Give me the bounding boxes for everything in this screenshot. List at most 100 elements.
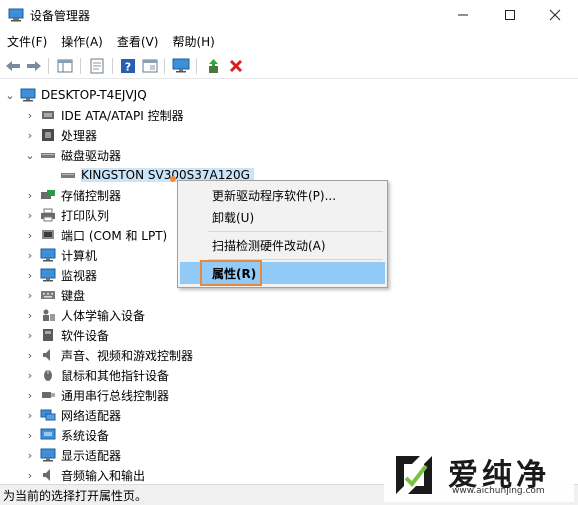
scan-hardware-button[interactable]: [172, 57, 190, 75]
minimize-icon: [458, 14, 468, 16]
update-driver-icon: [209, 59, 218, 73]
tree-item-processor[interactable]: › 处理器: [24, 125, 97, 145]
disk-drive-icon: [41, 153, 55, 158]
tree-item-label: 打印队列: [61, 208, 110, 223]
chevron-right-icon[interactable]: ›: [24, 305, 36, 325]
menu-action[interactable]: 操作(A): [54, 31, 110, 51]
menu-scan-hardware[interactable]: 扫描检测硬件改动(A): [180, 234, 385, 256]
tree-item-label: 显示适配器: [61, 448, 122, 463]
maximize-button[interactable]: [487, 0, 533, 30]
toolbar-separator: [112, 58, 113, 74]
tree-item-hid[interactable]: › 人体学输入设备: [24, 305, 145, 325]
tree-root[interactable]: ⌄ DESKTOP-T4EJVJQ: [4, 85, 147, 105]
menu-uninstall[interactable]: 卸载(U): [180, 206, 385, 228]
toolbar-separator: [164, 58, 165, 74]
tree-item-label: 存储控制器: [61, 188, 122, 203]
device-manager-icon: [8, 8, 24, 22]
chevron-right-icon[interactable]: ›: [24, 385, 36, 405]
status-text: 为当前的选择打开属性页。: [3, 488, 148, 503]
chevron-right-icon[interactable]: ›: [24, 425, 36, 445]
tree-item-sound[interactable]: › 声音、视频和游戏控制器: [24, 345, 193, 365]
tree-item-label: IDE ATA/ATAPI 控制器: [61, 108, 184, 123]
chevron-right-icon[interactable]: ›: [24, 225, 36, 245]
watermark-logo-icon: [396, 456, 432, 494]
show-hide-console-tree-button[interactable]: [56, 57, 74, 75]
computer-icon: [40, 248, 56, 262]
menu-update-driver[interactable]: 更新驱动程序软件(P)...: [180, 184, 385, 206]
monitor-icon: [40, 268, 56, 282]
menu-separator: [208, 231, 383, 232]
chevron-right-icon[interactable]: ›: [24, 445, 36, 465]
forward-arrow-icon: [27, 61, 41, 71]
monitor-scan-icon: [172, 58, 190, 73]
tree-root-label: DESKTOP-T4EJVJQ: [41, 88, 147, 102]
chevron-down-icon[interactable]: ⌄: [24, 145, 36, 165]
cursor-dot-icon: [170, 176, 176, 182]
chevron-right-icon[interactable]: ›: [24, 205, 36, 225]
tree-item-storage[interactable]: › 存储控制器: [24, 185, 121, 205]
delete-x-icon: [229, 59, 243, 73]
toolbar-separator: [48, 58, 49, 74]
chevron-right-icon[interactable]: ›: [24, 345, 36, 365]
tree-item-monitors[interactable]: › 监视器: [24, 265, 97, 285]
menu-file[interactable]: 文件(F): [0, 31, 54, 51]
menu-help[interactable]: 帮助(H): [165, 31, 221, 51]
computer-icon: [20, 88, 36, 102]
update-driver-button[interactable]: [204, 57, 222, 75]
window-title: 设备管理器: [30, 9, 91, 23]
tree-item-disk-drives[interactable]: ⌄ 磁盘驱动器: [24, 145, 121, 165]
tree-item-display[interactable]: › 显示适配器: [24, 445, 121, 465]
tree-item-system[interactable]: › 系统设备: [24, 425, 109, 445]
tree-item-computer[interactable]: › 计算机: [24, 245, 97, 265]
printer-icon: [41, 208, 55, 222]
uninstall-device-button[interactable]: [227, 57, 245, 75]
chevron-right-icon[interactable]: ›: [24, 405, 36, 425]
chevron-right-icon[interactable]: ›: [24, 325, 36, 345]
menu-view[interactable]: 查看(V): [110, 31, 166, 51]
tree-item-mice[interactable]: › 鼠标和其他指针设备: [24, 365, 169, 385]
system-device-icon: [40, 428, 56, 440]
tree-item-ide[interactable]: › IDE ATA/ATAPI 控制器: [24, 105, 184, 125]
tree-item-label: 端口 (COM 和 LPT): [61, 228, 168, 243]
close-button[interactable]: [532, 0, 578, 30]
chevron-right-icon[interactable]: ›: [24, 465, 36, 482]
tree-item-label: 鼠标和其他指针设备: [61, 368, 170, 383]
back-arrow-icon: [6, 61, 20, 71]
chevron-right-icon[interactable]: ›: [24, 105, 36, 125]
help-toolbar-button[interactable]: ?: [119, 57, 137, 75]
tree-item-label: 音频输入和输出: [61, 468, 146, 483]
tree-item-keyboards[interactable]: › 键盘: [24, 285, 85, 305]
chevron-right-icon[interactable]: ›: [24, 285, 36, 305]
window-view-icon: [142, 59, 158, 73]
chevron-right-icon[interactable]: ›: [24, 265, 36, 285]
toolbar: ?: [0, 53, 578, 79]
software-device-icon: [43, 329, 53, 341]
forward-button[interactable]: [25, 57, 43, 75]
chevron-right-icon[interactable]: ›: [24, 365, 36, 385]
disk-drive-icon: [61, 173, 75, 178]
tree-item-audio-io[interactable]: › 音频输入和输出: [24, 465, 146, 483]
tree-item-network[interactable]: › 网络适配器: [24, 405, 121, 425]
minimize-button[interactable]: [440, 0, 486, 30]
tree-item-usb[interactable]: › 通用串行总线控制器: [24, 385, 169, 405]
tree-item-label: 监视器: [61, 268, 98, 283]
chevron-down-icon[interactable]: ⌄: [4, 85, 16, 105]
tree-item-label: 声音、视频和游戏控制器: [61, 348, 194, 363]
watermark: 爱纯净 www.aichunjing.com: [384, 448, 574, 502]
tree-item-ports[interactable]: › 端口 (COM 和 LPT): [24, 225, 167, 245]
toolbar-separator: [80, 58, 81, 74]
properties-toolbar-button[interactable]: [88, 57, 106, 75]
network-adapter-icon: [40, 409, 56, 421]
properties-highlight-box: [200, 260, 262, 286]
chevron-right-icon[interactable]: ›: [24, 125, 36, 145]
tree-item-label: 人体学输入设备: [61, 308, 146, 323]
tree-item-print-queue[interactable]: › 打印队列: [24, 205, 109, 225]
tree-item-software[interactable]: › 软件设备: [24, 325, 109, 345]
properties-page-icon: [90, 58, 104, 74]
tree-item-label: 键盘: [61, 288, 86, 303]
chevron-right-icon[interactable]: ›: [24, 245, 36, 265]
menu-bar: 文件(F) 操作(A) 查看(V) 帮助(H): [0, 31, 578, 51]
chevron-right-icon[interactable]: ›: [24, 185, 36, 205]
back-button[interactable]: [4, 57, 22, 75]
view-toolbar-button[interactable]: [141, 57, 159, 75]
